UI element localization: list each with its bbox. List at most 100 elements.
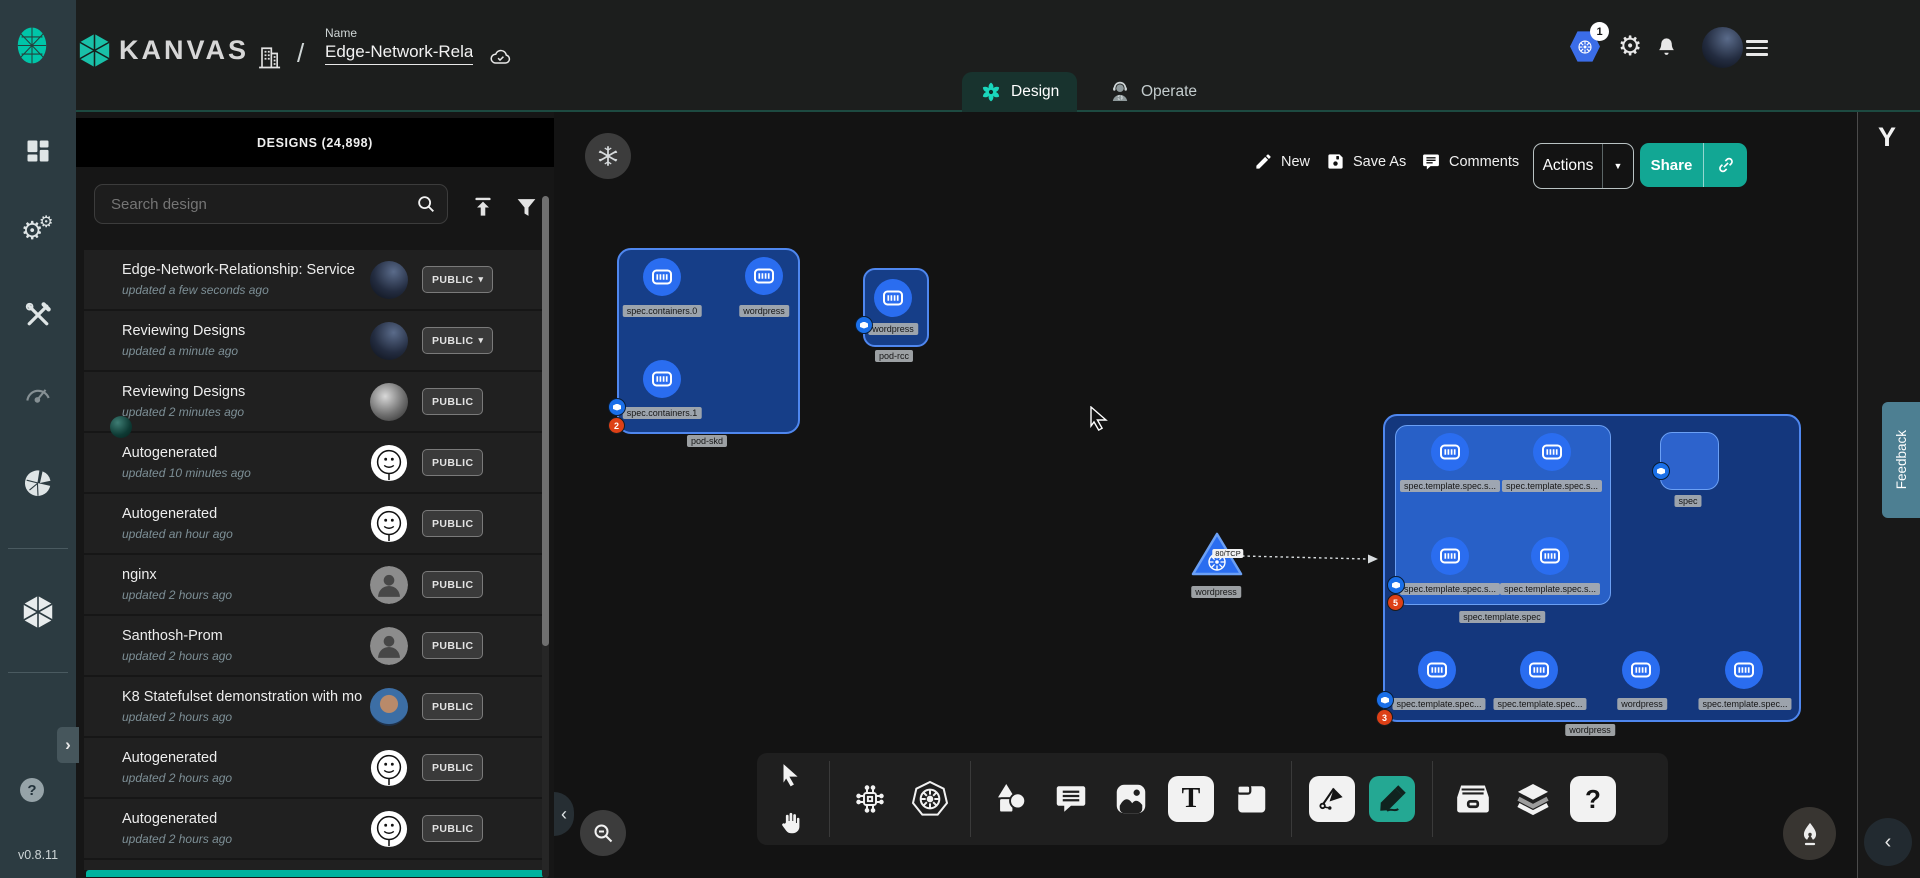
error-count-badge[interactable]: 3 <box>1376 709 1393 726</box>
pod-type-badge[interactable] <box>1652 462 1670 480</box>
pan-hand-tool[interactable] <box>767 800 813 846</box>
node-container[interactable] <box>1725 651 1763 689</box>
design-list-item[interactable]: Reviewing Designs updated a minute ago P… <box>84 311 546 370</box>
zoom-button[interactable] <box>580 810 626 856</box>
node-container[interactable] <box>643 258 681 296</box>
filter-funnel-icon[interactable] <box>514 195 539 220</box>
visibility-badge[interactable]: PUBLIC <box>422 754 483 781</box>
meshery-logo[interactable] <box>13 22 51 69</box>
sidebar-item-dashboard[interactable] <box>0 137 76 165</box>
freehand-draw-tool[interactable] <box>1369 776 1415 822</box>
note-tool[interactable] <box>1228 776 1274 822</box>
sidebar-item-extensions[interactable] <box>0 466 76 500</box>
sidebar-expand-button[interactable]: › <box>57 727 79 763</box>
visibility-badge[interactable]: PUBLIC <box>422 632 483 659</box>
design-search-box[interactable] <box>94 184 448 224</box>
breadcrumb-separator: / <box>297 38 304 69</box>
sidebar-item-performance[interactable] <box>0 380 76 406</box>
kubernetes-cluster-button[interactable] <box>585 133 631 179</box>
node-container[interactable] <box>1533 433 1571 471</box>
design-list-item[interactable]: K8 Statefulset demonstration with mon up… <box>84 677 546 736</box>
import-design-icon[interactable] <box>470 194 496 220</box>
drawer-tool[interactable] <box>1450 776 1496 822</box>
share-label[interactable]: Share <box>1640 157 1703 174</box>
deployment-type-badge[interactable] <box>1376 691 1394 709</box>
design-list-item[interactable]: Autogenerated updated 2 hours ago PUBLIC <box>84 799 546 858</box>
pod-type-badge[interactable] <box>855 316 873 334</box>
layers-tool[interactable] <box>1510 776 1556 822</box>
sidebar-item-lifecycle[interactable]: ⚙ ⚙ <box>0 216 76 246</box>
kubernetes-tool[interactable] <box>907 776 953 822</box>
image-tool[interactable] <box>1108 776 1154 822</box>
actions-split-button[interactable]: Actions ▼ <box>1533 143 1634 189</box>
notifications-bell-icon[interactable] <box>1655 36 1678 59</box>
design-list-item[interactable]: Autogenerated updated an hour ago PUBLIC <box>84 494 546 553</box>
help-button[interactable]: ? <box>20 778 44 802</box>
node-label: spec.template.spec... <box>1493 698 1586 710</box>
node-container[interactable] <box>1418 651 1456 689</box>
node-pod-template-group[interactable] <box>1395 425 1611 605</box>
help-tool[interactable]: ? <box>1570 776 1616 822</box>
sidebar-item-kanvas[interactable] <box>0 594 76 630</box>
design-list-item[interactable]: Reviewing Designs updated 2 minutes ago … <box>84 372 546 431</box>
node-container[interactable] <box>745 257 783 295</box>
visibility-badge[interactable]: PUBLIC <box>422 510 483 537</box>
design-list-item[interactable]: Autogenerated updated 10 minutes ago PUB… <box>84 433 546 492</box>
error-count-badge[interactable]: 5 <box>1387 594 1404 611</box>
share-split-button[interactable]: Share <box>1640 143 1747 187</box>
actions-caret-icon[interactable]: ▼ <box>1603 161 1633 171</box>
design-canvas[interactable]: New Save As Comments Actions ▼ Share spe… <box>554 112 1857 878</box>
design-search-input[interactable] <box>109 195 415 214</box>
kubernetes-context-button[interactable]: 1 <box>1570 30 1600 63</box>
pod-type-badge[interactable] <box>1387 576 1405 594</box>
node-spec[interactable] <box>1660 432 1719 490</box>
visibility-badge[interactable]: PUBLIC <box>422 388 483 415</box>
shapes-tool[interactable] <box>988 776 1034 822</box>
comments-button[interactable]: Comments <box>1421 152 1519 172</box>
design-list-item[interactable]: Santhosh-Prom updated 2 hours ago PUBLIC <box>84 616 546 675</box>
visibility-badge[interactable]: PUBLIC▾ <box>422 327 493 354</box>
node-container[interactable] <box>1622 651 1660 689</box>
copy-link-icon[interactable] <box>1704 155 1747 175</box>
pen-nib-button[interactable] <box>1783 807 1836 860</box>
edge-service-to-deployment[interactable] <box>1240 548 1382 566</box>
sidebar-item-configuration[interactable] <box>0 300 76 330</box>
save-as-button[interactable]: Save As <box>1326 152 1406 171</box>
node-container[interactable] <box>1431 433 1469 471</box>
annotation-tool[interactable] <box>1048 776 1094 822</box>
pen-tool[interactable] <box>1309 776 1355 822</box>
node-container[interactable] <box>643 360 681 398</box>
error-count-badge[interactable]: 2 <box>608 417 625 434</box>
menu-hamburger-icon[interactable] <box>1746 36 1768 60</box>
settings-gear-icon[interactable]: ⚙ <box>1618 31 1642 62</box>
collapse-right-chevron[interactable]: ‹ <box>1864 818 1912 866</box>
visibility-badge[interactable]: PUBLIC <box>422 693 483 720</box>
user-avatar[interactable] <box>1702 27 1743 68</box>
designs-scrollbar-thumb[interactable] <box>542 196 549 646</box>
node-container[interactable] <box>1520 651 1558 689</box>
visibility-badge[interactable]: PUBLIC <box>422 815 483 842</box>
pod-type-badge[interactable] <box>608 398 626 416</box>
organization-icon[interactable] <box>255 42 283 72</box>
node-container[interactable] <box>1431 537 1469 575</box>
kanvas-logo[interactable]: KANVAS <box>78 32 249 69</box>
components-tool[interactable] <box>847 776 893 822</box>
node-container[interactable] <box>1531 537 1569 575</box>
tab-operate[interactable]: Operate <box>1090 72 1215 112</box>
collapse-drawer-chevron[interactable]: ‹ <box>554 792 574 836</box>
design-list-item[interactable]: Edge-Network-Relationship: Service updat… <box>84 250 546 309</box>
playground-y-icon[interactable]: Y <box>1878 122 1896 153</box>
new-design-button[interactable]: New <box>1254 152 1310 171</box>
visibility-badge[interactable]: PUBLIC <box>422 571 483 598</box>
design-list-item[interactable]: nginx updated 2 hours ago PUBLIC <box>84 555 546 614</box>
visibility-badge[interactable]: PUBLIC <box>422 449 483 476</box>
text-tool[interactable]: T <box>1168 776 1214 822</box>
visibility-badge[interactable]: PUBLIC▾ <box>422 266 493 293</box>
actions-label[interactable]: Actions <box>1534 157 1602 175</box>
design-list-item[interactable]: Autogenerated updated 2 hours ago PUBLIC <box>84 738 546 797</box>
feedback-tab[interactable]: Feedback <box>1882 402 1920 518</box>
tab-design[interactable]: Design <box>962 72 1077 112</box>
node-container[interactable] <box>874 279 912 317</box>
design-name-input[interactable] <box>325 40 473 65</box>
cursor-tool[interactable] <box>767 752 813 798</box>
